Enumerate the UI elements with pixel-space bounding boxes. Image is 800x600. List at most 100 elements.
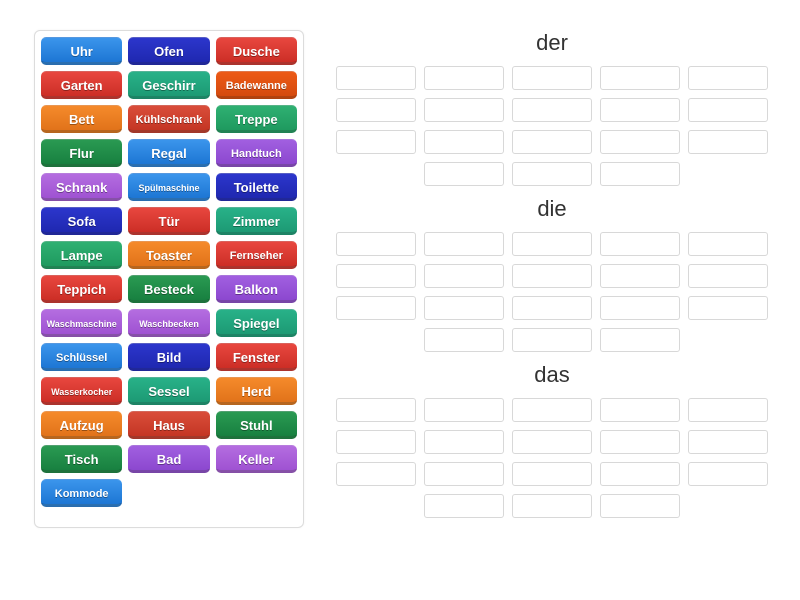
drop-slot[interactable]: [512, 232, 592, 256]
word-tile[interactable]: Sessel: [128, 377, 209, 405]
drop-slot[interactable]: [512, 430, 592, 454]
word-tile[interactable]: Keller: [216, 445, 297, 473]
word-tile[interactable]: Bild: [128, 343, 209, 371]
word-tile[interactable]: Kommode: [41, 479, 122, 507]
drop-slot[interactable]: [600, 232, 680, 256]
word-tile[interactable]: Waschbecken: [128, 309, 209, 337]
word-tile[interactable]: Aufzug: [41, 411, 122, 439]
drop-slot[interactable]: [688, 264, 768, 288]
word-tile[interactable]: Handtuch: [216, 139, 297, 167]
drop-slot[interactable]: [600, 328, 680, 352]
word-tile[interactable]: Treppe: [216, 105, 297, 133]
drop-slot[interactable]: [336, 296, 416, 320]
drop-slot[interactable]: [600, 98, 680, 122]
drop-slot[interactable]: [424, 66, 504, 90]
word-tile[interactable]: Sofa: [41, 207, 122, 235]
word-tile[interactable]: Balkon: [216, 275, 297, 303]
drop-slot[interactable]: [424, 398, 504, 422]
word-tile[interactable]: Schrank: [41, 173, 122, 201]
word-tile[interactable]: Lampe: [41, 241, 122, 269]
drop-slot[interactable]: [424, 98, 504, 122]
tile-source-panel: UhrOfenDusche GartenGeschirrBadewanne Bett…: [34, 30, 304, 528]
word-tile[interactable]: Ofen: [128, 37, 209, 65]
drop-slot[interactable]: [512, 494, 592, 518]
drop-slot[interactable]: [336, 232, 416, 256]
exercise-stage: UhrOfenDusche GartenGeschirrBadewanne Bett…: [0, 0, 800, 548]
word-tile[interactable]: Teppich: [41, 275, 122, 303]
word-tile[interactable]: Tür: [128, 207, 209, 235]
drop-slot[interactable]: [336, 398, 416, 422]
drop-slot[interactable]: [512, 130, 592, 154]
drop-slot[interactable]: [336, 462, 416, 486]
drop-slot[interactable]: [424, 130, 504, 154]
drop-slot[interactable]: [688, 130, 768, 154]
drop-slot[interactable]: [600, 462, 680, 486]
drop-slot[interactable]: [424, 232, 504, 256]
drop-slot[interactable]: [512, 162, 592, 186]
word-tile[interactable]: Kühlschrank: [128, 105, 209, 133]
word-tile[interactable]: Uhr: [41, 37, 122, 65]
drop-slot[interactable]: [688, 430, 768, 454]
drop-slot[interactable]: [688, 296, 768, 320]
word-tile[interactable]: Toaster: [128, 241, 209, 269]
drop-slot[interactable]: [688, 232, 768, 256]
drop-slot[interactable]: [512, 264, 592, 288]
drop-slot[interactable]: [600, 66, 680, 90]
word-tile[interactable]: Fernseher: [216, 241, 297, 269]
group-title: der: [332, 30, 772, 56]
word-tile[interactable]: Haus: [128, 411, 209, 439]
word-tile[interactable]: Schlüssel: [41, 343, 122, 371]
word-tile[interactable]: Zimmer: [216, 207, 297, 235]
drop-slot[interactable]: [512, 398, 592, 422]
drop-slot[interactable]: [424, 462, 504, 486]
word-tile[interactable]: Herd: [216, 377, 297, 405]
drop-slot[interactable]: [336, 264, 416, 288]
word-tile[interactable]: Geschirr: [128, 71, 209, 99]
slot-container: [332, 398, 772, 518]
drop-slot[interactable]: [424, 494, 504, 518]
word-tile[interactable]: Garten: [41, 71, 122, 99]
word-tile[interactable]: Tisch: [41, 445, 122, 473]
drop-slot[interactable]: [688, 462, 768, 486]
drop-slot[interactable]: [424, 430, 504, 454]
drop-slot[interactable]: [512, 462, 592, 486]
drop-slot[interactable]: [512, 296, 592, 320]
word-tile[interactable]: Spülmaschine: [128, 173, 209, 201]
drop-slot[interactable]: [688, 98, 768, 122]
drop-slot[interactable]: [600, 162, 680, 186]
word-tile[interactable]: Flur: [41, 139, 122, 167]
slot-container: [332, 66, 772, 186]
drop-slot[interactable]: [688, 398, 768, 422]
drop-slot[interactable]: [600, 430, 680, 454]
drop-slot[interactable]: [336, 98, 416, 122]
word-tile[interactable]: Stuhl: [216, 411, 297, 439]
drop-slot[interactable]: [600, 296, 680, 320]
word-tile[interactable]: Toilette: [216, 173, 297, 201]
drop-slot[interactable]: [512, 66, 592, 90]
word-tile[interactable]: Besteck: [128, 275, 209, 303]
word-tile[interactable]: Fenster: [216, 343, 297, 371]
drop-slot[interactable]: [424, 296, 504, 320]
drop-slot[interactable]: [600, 264, 680, 288]
word-tile[interactable]: Dusche: [216, 37, 297, 65]
drop-slot[interactable]: [336, 430, 416, 454]
word-tile[interactable]: Wasserkocher: [41, 377, 122, 405]
word-tile[interactable]: Waschmaschine: [41, 309, 122, 337]
drop-slot[interactable]: [512, 328, 592, 352]
drop-slot[interactable]: [424, 162, 504, 186]
drop-slot[interactable]: [336, 66, 416, 90]
word-tile[interactable]: Bett: [41, 105, 122, 133]
drop-slot[interactable]: [688, 66, 768, 90]
drop-slot[interactable]: [600, 130, 680, 154]
drop-slot[interactable]: [336, 130, 416, 154]
drop-slot[interactable]: [424, 264, 504, 288]
drop-slot[interactable]: [600, 398, 680, 422]
word-tile[interactable]: Badewanne: [216, 71, 297, 99]
drop-slot[interactable]: [424, 328, 504, 352]
drop-slot[interactable]: [600, 494, 680, 518]
drop-slot[interactable]: [512, 98, 592, 122]
word-tile[interactable]: Bad: [128, 445, 209, 473]
group-title: das: [332, 362, 772, 388]
word-tile[interactable]: Regal: [128, 139, 209, 167]
word-tile[interactable]: Spiegel: [216, 309, 297, 337]
